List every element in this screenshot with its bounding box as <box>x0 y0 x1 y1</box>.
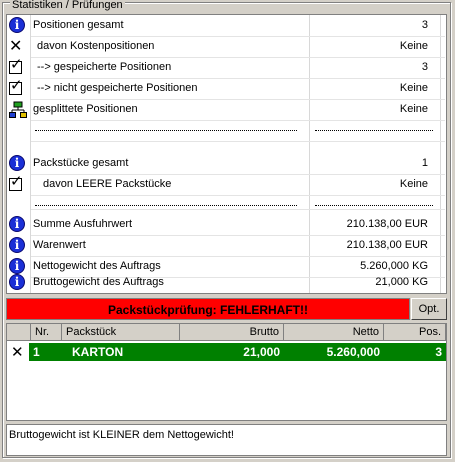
cell-brutto: 21,000 <box>180 343 284 361</box>
stats-row: i Warenwert 210.138,00 EUR <box>7 235 446 256</box>
stats-row: davon LEERE Packstücke Keine <box>7 172 446 195</box>
options-button[interactable]: Opt. <box>411 298 447 320</box>
stats-value: 210.138,00 EUR <box>346 218 428 230</box>
stats-value: 21,000 KG <box>375 276 428 288</box>
stats-label: gesplittete Positionen <box>33 103 138 115</box>
stats-row: i Positionen gesamt 3 <box>7 15 446 36</box>
stats-value: 3 <box>421 19 428 31</box>
stats-value: 3 <box>421 61 428 73</box>
stats-label: --> gespeicherte Positionen <box>37 61 172 73</box>
x-icon: ✕ <box>11 343 24 361</box>
dotted-separator <box>315 205 433 206</box>
stats-label: davon LEERE Packstücke <box>43 178 172 190</box>
check-icon <box>9 76 23 95</box>
header-brutto[interactable]: Brutto <box>180 324 284 341</box>
stats-row: i Summe Ausfuhrwert 210.138,00 EUR <box>7 214 446 235</box>
cell-pos: 3 <box>384 343 446 361</box>
header-pos[interactable]: Pos. <box>384 324 446 341</box>
stats-label: Packstücke gesamt <box>33 157 129 169</box>
stats-label: davon Kostenpositionen <box>37 40 155 52</box>
package-grid: Nr. Packstück Brutto Netto Pos. ✕ 1 KART… <box>6 323 447 421</box>
stats-label: Positionen gesamt <box>33 19 124 31</box>
header-cell-indicator <box>7 324 31 341</box>
header-packstueck[interactable]: Packstück <box>62 324 180 341</box>
info-icon: i <box>9 216 25 232</box>
cell-netto: 5.260,000 <box>284 343 384 361</box>
header-nr[interactable]: Nr. <box>31 324 62 341</box>
cell-packstueck: KARTON <box>62 343 180 361</box>
check-status-banner: Packstückprüfung: FEHLERHAFT!! <box>6 298 410 320</box>
separator-row <box>7 120 446 141</box>
message-box: Bruttogewicht ist KLEINER dem Nettogewic… <box>6 424 447 456</box>
stats-label: Warenwert <box>33 239 86 251</box>
stats-row: i Bruttogewicht des Auftrags 21,000 KG <box>7 272 446 293</box>
split-icon <box>9 101 27 118</box>
x-icon: ✕ <box>9 36 23 55</box>
grid-header: Nr. Packstück Brutto Netto Pos. <box>7 324 446 341</box>
stats-row: gesplittete Positionen Keine <box>7 99 446 120</box>
stats-label: --> nicht gespeicherte Positionen <box>37 82 198 94</box>
stats-row: --> gespeicherte Positionen 3 <box>7 55 446 78</box>
cell-nr: 1 <box>29 343 62 361</box>
info-icon: i <box>9 155 25 171</box>
check-icon <box>9 55 23 74</box>
stats-value: 1 <box>421 157 428 169</box>
check-icon <box>9 172 23 191</box>
stats-row: i Packstücke gesamt 1 <box>7 153 446 174</box>
group-title: Statistiken / Prüfungen <box>10 0 125 11</box>
dotted-separator <box>315 130 433 131</box>
stats-row: ✕ davon Kostenpositionen Keine <box>7 36 446 57</box>
stats-value: Keine <box>399 82 428 94</box>
info-icon: i <box>9 274 25 290</box>
info-icon: i <box>9 237 25 253</box>
stats-value: Keine <box>399 103 428 115</box>
stats-label: Summe Ausfuhrwert <box>33 218 133 230</box>
stats-list: i Positionen gesamt 3 ✕ davon Kostenposi… <box>6 14 447 294</box>
stats-value: 5.260,000 KG <box>360 260 428 272</box>
dotted-separator <box>35 205 297 206</box>
info-icon: i <box>9 17 25 33</box>
stats-label: Bruttogewicht des Auftrags <box>33 276 164 288</box>
stats-value: 210.138,00 EUR <box>346 239 428 251</box>
dotted-separator <box>35 130 297 131</box>
stats-value: Keine <box>399 178 428 190</box>
stats-label: Nettogewicht des Auftrags <box>33 260 161 272</box>
header-netto[interactable]: Netto <box>284 324 384 341</box>
stats-row: --> nicht gespeicherte Positionen Keine <box>7 76 446 99</box>
stats-value: Keine <box>399 40 428 52</box>
table-row[interactable]: ✕ 1 KARTON 21,000 5.260,000 3 <box>7 343 446 361</box>
separator-row <box>7 195 446 216</box>
